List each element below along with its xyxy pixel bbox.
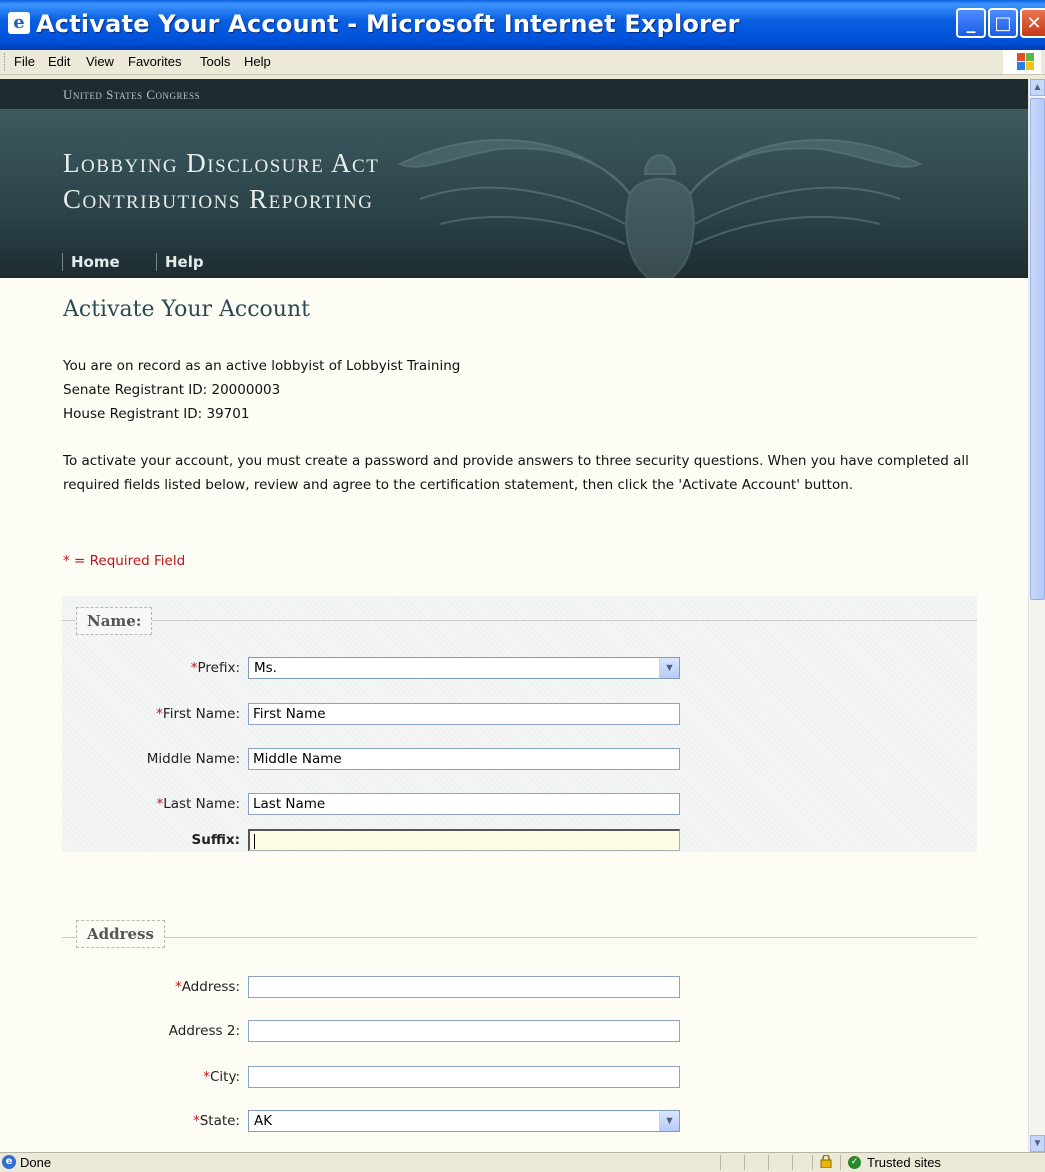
intro-line: You are on record as an active lobbyist … xyxy=(63,358,461,374)
intro-text: You are on record as an active lobbyist … xyxy=(63,354,460,426)
status-separator xyxy=(720,1155,721,1170)
city-label: *City: xyxy=(62,1069,240,1085)
address-label-text: Address: xyxy=(181,979,240,995)
menu-help[interactable]: Help xyxy=(244,54,271,69)
state-label: *State: xyxy=(62,1113,240,1129)
maximize-button[interactable]: □ xyxy=(988,8,1018,38)
address-label: *Address: xyxy=(62,979,240,995)
site-heading: Lobbying Disclosure Act Contributions Re… xyxy=(63,145,379,217)
page-title: Activate Your Account xyxy=(63,297,310,322)
scroll-down-icon[interactable]: ▼ xyxy=(1030,1135,1045,1152)
fieldset-border xyxy=(62,620,977,621)
address2-input[interactable] xyxy=(248,1020,680,1042)
status-separator xyxy=(744,1155,745,1170)
middle-name-input[interactable]: Middle Name xyxy=(248,748,680,770)
status-separator xyxy=(840,1155,841,1170)
status-bar: e Done ✓ Trusted sites xyxy=(0,1152,1045,1172)
required-marker: * xyxy=(156,706,163,722)
prefix-label-text: Prefix: xyxy=(197,660,240,676)
last-name-label: *Last Name: xyxy=(62,796,240,812)
first-name-label-text: First Name: xyxy=(162,706,240,722)
prefix-select[interactable]: Ms. ▼ xyxy=(248,657,680,679)
close-button[interactable]: ✕ xyxy=(1020,8,1045,38)
first-name-label: *First Name: xyxy=(62,706,240,722)
menu-edit[interactable]: Edit xyxy=(48,54,70,69)
house-id-line: House Registrant ID: 39701 xyxy=(63,406,250,422)
minimize-icon: _ xyxy=(966,13,976,34)
nav-home[interactable]: Home xyxy=(62,253,120,271)
required-marker: * xyxy=(192,1113,200,1129)
city-label-text: City: xyxy=(209,1069,240,1085)
state-label-text: State: xyxy=(199,1113,240,1129)
page-viewport: United States Congress Lobbying Disclosu… xyxy=(0,79,1028,1152)
address-fieldset: Address *Address: Address 2: *City: *Sta… xyxy=(62,917,977,1152)
menu-tools[interactable]: Tools xyxy=(200,54,230,69)
city-input[interactable] xyxy=(248,1066,680,1088)
scroll-up-icon[interactable]: ▲ xyxy=(1030,79,1045,96)
status-separator xyxy=(792,1155,793,1170)
prefix-value: Ms. xyxy=(254,660,277,676)
ie-icon: e xyxy=(8,12,30,34)
lock-icon xyxy=(820,1155,832,1168)
address-legend: Address xyxy=(76,920,165,948)
menu-bar: File Edit View Favorites Tools Help xyxy=(0,50,1045,75)
site-heading-line1: Lobbying Disclosure Act xyxy=(63,148,380,178)
page-icon: e xyxy=(2,1155,16,1169)
site-banner: United States Congress Lobbying Disclosu… xyxy=(0,79,1028,278)
eagle-watermark-icon xyxy=(397,139,923,278)
chevron-down-icon[interactable]: ▼ xyxy=(659,1111,679,1131)
address-input[interactable] xyxy=(248,976,680,998)
title-bar[interactable]: e Activate Your Account - Microsoft Inte… xyxy=(0,0,1045,50)
required-marker: * xyxy=(174,979,182,995)
state-select[interactable]: AK ▼ xyxy=(248,1110,680,1132)
state-value: AK xyxy=(254,1113,273,1129)
check-icon: ✓ xyxy=(848,1156,861,1169)
last-name-input[interactable]: Last Name xyxy=(248,793,680,815)
text-caret xyxy=(254,833,255,849)
scroll-thumb[interactable] xyxy=(1030,98,1045,600)
suffix-input[interactable] xyxy=(248,829,680,851)
instructions-text: To activate your account, you must creat… xyxy=(63,453,969,493)
suffix-label: Suffix: xyxy=(191,832,241,848)
name-legend: Name: xyxy=(76,607,153,635)
menu-favorites[interactable]: Favorites xyxy=(128,54,181,69)
chevron-down-icon[interactable]: ▼ xyxy=(659,658,679,678)
menu-view[interactable]: View xyxy=(86,54,114,69)
menu-file[interactable]: File xyxy=(14,54,35,69)
close-icon: ✕ xyxy=(1026,13,1042,34)
last-name-label-text: Last Name: xyxy=(163,796,240,812)
maximize-icon: □ xyxy=(994,13,1012,34)
first-name-input[interactable]: First Name xyxy=(248,703,680,725)
windows-logo-icon xyxy=(1003,50,1041,74)
name-fieldset: Name: *Prefix: Ms. ▼ *First Name: First … xyxy=(62,596,977,852)
prefix-label: *Prefix: xyxy=(62,660,240,676)
vertical-scrollbar[interactable]: ▲ ▼ xyxy=(1028,79,1045,1152)
fieldset-border xyxy=(62,937,977,938)
congress-label: United States Congress xyxy=(63,87,201,102)
security-zone: Trusted sites xyxy=(867,1155,941,1170)
toolbar-grip[interactable] xyxy=(4,53,7,71)
minimize-button[interactable]: _ xyxy=(956,8,986,38)
site-heading-line2: Contributions Reporting xyxy=(63,184,374,214)
browser-window: e Activate Your Account - Microsoft Inte… xyxy=(0,0,1045,1172)
nav-help[interactable]: Help xyxy=(156,253,204,271)
middle-name-label: Middle Name: xyxy=(146,751,240,767)
address2-label: Address 2: xyxy=(168,1023,240,1039)
required-field-note: * = Required Field xyxy=(63,553,186,569)
required-marker: * xyxy=(203,1069,210,1085)
senate-id-line: Senate Registrant ID: 20000003 xyxy=(63,382,281,398)
window-title: Activate Your Account - Microsoft Intern… xyxy=(36,10,740,38)
status-separator xyxy=(812,1155,813,1170)
status-text: Done xyxy=(20,1155,52,1170)
status-separator xyxy=(768,1155,769,1170)
